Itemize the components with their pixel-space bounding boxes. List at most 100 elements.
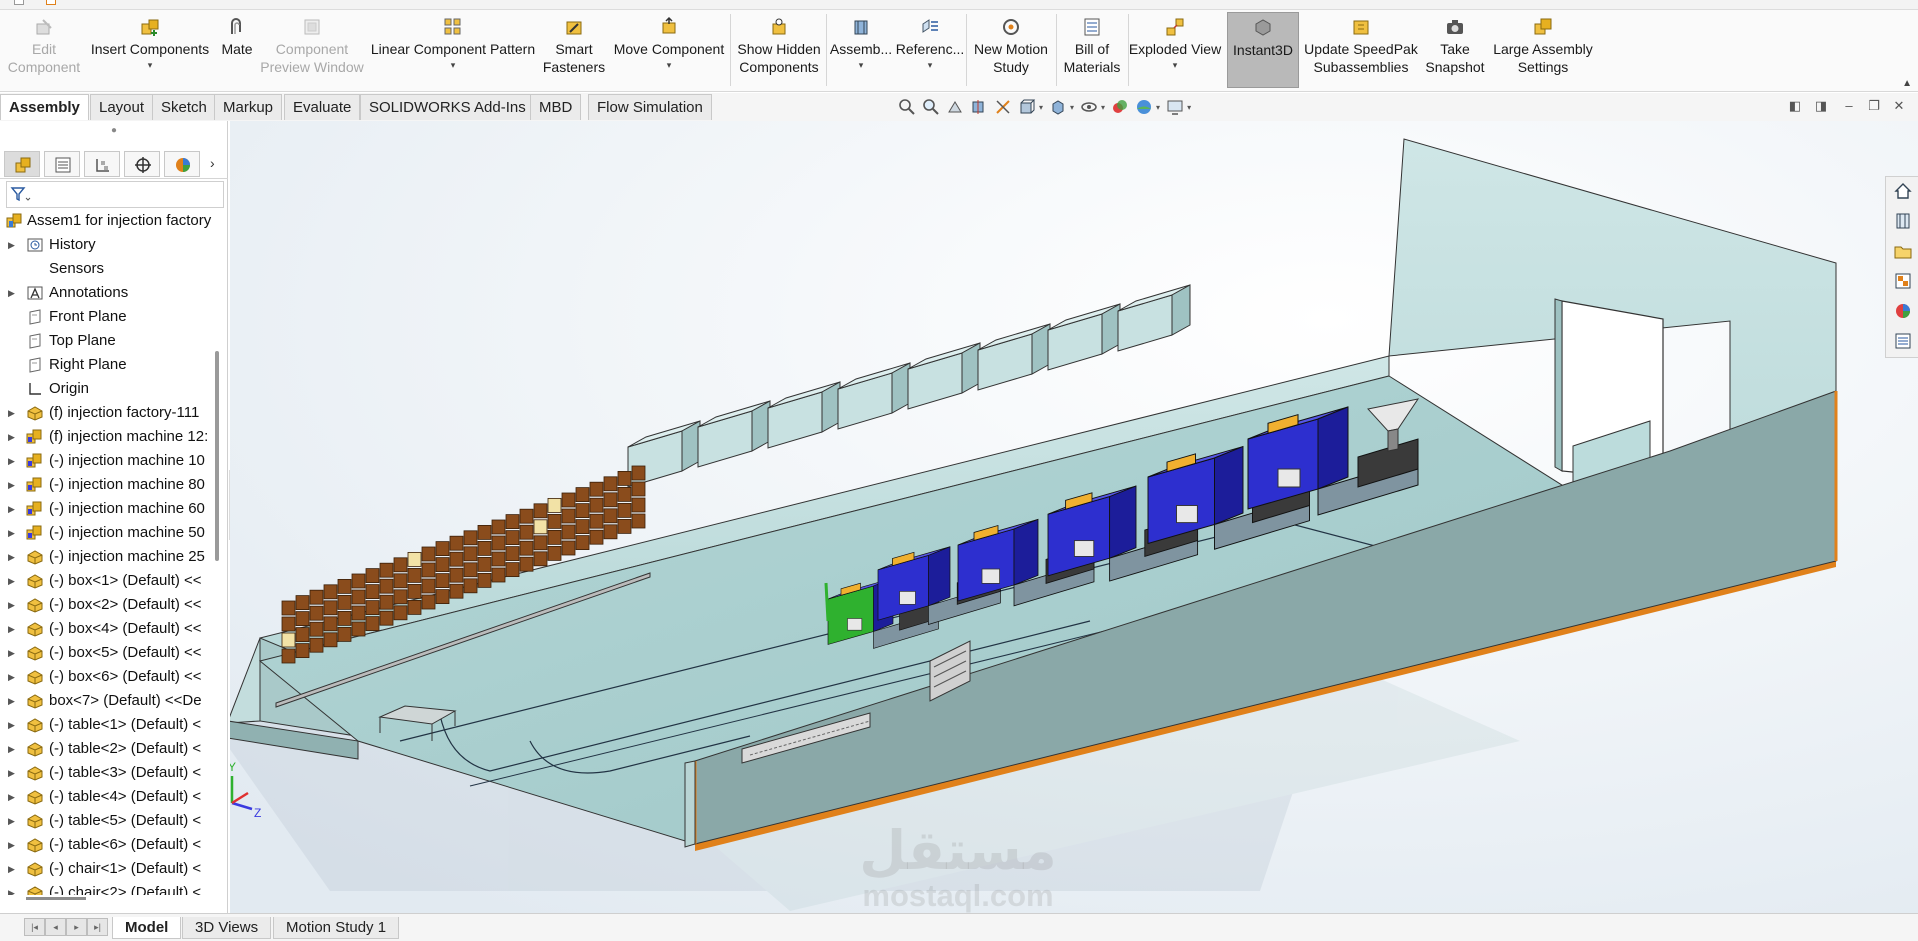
panel-grip[interactable]: ⦁	[0, 121, 228, 143]
tree-filter[interactable]	[6, 181, 224, 208]
expand-arrow-icon[interactable]: ▶	[8, 473, 15, 497]
large-assembly-settings-button[interactable]: Large Assembly Settings	[1490, 12, 1596, 88]
edit-appearance-icon[interactable]	[1111, 98, 1129, 116]
update-speedpak-button[interactable]: Update SpeedPak Subassemblies	[1302, 12, 1420, 88]
edit-component-button[interactable]: Edit Component	[4, 12, 84, 88]
insert-components-button[interactable]: Insert Components ▾	[88, 12, 212, 88]
expand-arrow-icon[interactable]: ▶	[8, 761, 15, 785]
tab-3d-views[interactable]: 3D Views	[182, 917, 272, 939]
tile-right-icon[interactable]: ◨	[1814, 99, 1828, 113]
expand-arrow-icon[interactable]: ▶	[8, 569, 15, 593]
move-component-button[interactable]: Move Component ▾	[610, 12, 728, 88]
zoom-to-fit-icon[interactable]	[898, 98, 916, 116]
expand-arrow-icon[interactable]: ▶	[8, 497, 15, 521]
chevron-down-icon[interactable]: ▾	[667, 60, 672, 70]
last-tab-icon[interactable]: ▸|	[87, 918, 108, 936]
tab-flow-simulation[interactable]: Flow Simulation	[588, 94, 712, 120]
instant3d-button[interactable]: Instant3D	[1227, 12, 1299, 88]
tree-item-14[interactable]: ▶ (-) box<1> (Default) <<	[0, 569, 214, 593]
tree-item-18[interactable]: ▶ (-) box<6> (Default) <<	[0, 665, 214, 689]
smart-fasteners-button[interactable]: Smart Fasteners	[540, 12, 608, 88]
tree-item-24[interactable]: ▶ (-) table<5> (Default) <	[0, 809, 214, 833]
restore-icon[interactable]: ❐	[1867, 99, 1881, 113]
chevron-down-icon[interactable]: ▾	[148, 60, 153, 70]
tree-item-25[interactable]: ▶ (-) table<6> (Default) <	[0, 833, 214, 857]
exploded-view-button[interactable]: Exploded View ▾	[1129, 12, 1221, 88]
expand-arrow-icon[interactable]: ▶	[8, 737, 15, 761]
tree-item-13[interactable]: ▶ (-) injection machine 25	[0, 545, 214, 569]
tree-item-22[interactable]: ▶ (-) table<3> (Default) <	[0, 761, 214, 785]
expand-arrow-icon[interactable]: ▶	[8, 809, 15, 833]
tree-item-16[interactable]: ▶ (-) box<4> (Default) <<	[0, 617, 214, 641]
chevron-down-icon[interactable]: ▾	[1173, 60, 1178, 70]
tile-left-icon[interactable]: ◧	[1788, 99, 1802, 113]
reference-geometry-button[interactable]: Referenc... ▾	[896, 12, 964, 88]
tab-configuration-manager[interactable]	[84, 151, 120, 177]
mate-button[interactable]: Mate	[214, 12, 260, 88]
view-settings-icon[interactable]	[1166, 98, 1184, 116]
display-style-icon[interactable]	[1049, 98, 1067, 116]
graphics-area[interactable]: Y Z مستقل mostaql.com	[230, 121, 1918, 913]
tree-item-7[interactable]: ▶ (f) injection factory-111	[0, 401, 214, 425]
show-hidden-components-button[interactable]: Show Hidden Components	[734, 12, 824, 88]
chevron-down-icon[interactable]: ▾	[451, 60, 456, 70]
expand-arrow-icon[interactable]: ▶	[8, 641, 15, 665]
tree-item-1[interactable]: Sensors	[0, 257, 214, 281]
tree-scrollbar[interactable]	[214, 227, 222, 897]
expand-arrow-icon[interactable]: ▶	[8, 665, 15, 689]
new-motion-study-button[interactable]: New Motion Study	[968, 12, 1054, 88]
view-palette-icon[interactable]	[1893, 271, 1913, 291]
quick-access-icon[interactable]	[14, 0, 24, 5]
chevron-up-icon[interactable]: ▲	[1902, 78, 1912, 89]
tree-item-0[interactable]: ▶ History	[0, 233, 214, 257]
expand-arrow-icon[interactable]: ▶	[8, 281, 15, 305]
tree-item-23[interactable]: ▶ (-) table<4> (Default) <	[0, 785, 214, 809]
linear-component-pattern-button[interactable]: Linear Component Pattern ▾	[368, 12, 538, 88]
custom-properties-icon[interactable]	[1893, 331, 1913, 351]
quick-access-options-icon[interactable]	[46, 0, 56, 5]
tree-item-3[interactable]: Front Plane	[0, 305, 214, 329]
expand-arrow-icon[interactable]: ▶	[8, 689, 15, 713]
chevron-down-icon[interactable]: ▾	[1039, 103, 1043, 112]
tree-item-9[interactable]: ▶ (-) injection machine 10	[0, 449, 214, 473]
tab-feature-manager[interactable]	[4, 151, 40, 177]
tree-item-10[interactable]: ▶ (-) injection machine 80	[0, 473, 214, 497]
section-view-icon[interactable]	[970, 98, 988, 116]
design-library-icon[interactable]	[1893, 211, 1913, 231]
tree-item-21[interactable]: ▶ (-) table<2> (Default) <	[0, 737, 214, 761]
expand-arrow-icon[interactable]: ▶	[8, 449, 15, 473]
expand-arrow-icon[interactable]: ▶	[8, 713, 15, 737]
tab-dimxpert-manager[interactable]	[124, 151, 160, 177]
expand-arrow-icon[interactable]: ▶	[8, 545, 15, 569]
next-tab-icon[interactable]: ▸	[66, 918, 87, 936]
tree-item-19[interactable]: ▶ box<7> (Default) <<De	[0, 689, 214, 713]
chevron-down-icon[interactable]: ▾	[1156, 103, 1160, 112]
tab-markup[interactable]: Markup	[214, 94, 283, 120]
assembly-features-button[interactable]: Assemb... ▾	[828, 12, 894, 88]
apply-scene-icon[interactable]	[1135, 98, 1153, 116]
expand-arrow-icon[interactable]: ▶	[8, 425, 15, 449]
tree-item-27[interactable]: ▶ (-) chair<2> (Default) <	[0, 881, 214, 895]
expand-arrow-icon[interactable]: ▶	[8, 233, 15, 257]
tab-evaluate[interactable]: Evaluate	[284, 94, 361, 120]
zoom-to-area-icon[interactable]	[922, 98, 940, 116]
expand-arrow-icon[interactable]: ▶	[8, 785, 15, 809]
chevron-down-icon[interactable]: ▾	[1070, 103, 1074, 112]
expand-arrow-icon[interactable]: ▶	[8, 833, 15, 857]
chevron-down-icon[interactable]: ▾	[928, 60, 933, 70]
tab-motion-study-1[interactable]: Motion Study 1	[273, 917, 400, 939]
tree-item-8[interactable]: ▶ (f) injection machine 12:	[0, 425, 214, 449]
hide-show-items-icon[interactable]	[1080, 98, 1098, 116]
tab-mbd[interactable]: MBD	[530, 94, 582, 120]
tree-item-15[interactable]: ▶ (-) box<2> (Default) <<	[0, 593, 214, 617]
tree-root[interactable]: Assem1 for injection factory	[0, 209, 214, 233]
view-orientation-icon[interactable]	[1018, 98, 1036, 116]
expand-arrow-icon[interactable]: ▶	[8, 521, 15, 545]
file-explorer-icon[interactable]	[1893, 241, 1913, 261]
tab-model[interactable]: Model	[112, 917, 182, 939]
previous-view-icon[interactable]	[946, 98, 964, 116]
dynamic-annotation-icon[interactable]	[994, 98, 1012, 116]
tree-horizontal-scrollbar[interactable]	[26, 897, 86, 900]
tree-item-17[interactable]: ▶ (-) box<5> (Default) <<	[0, 641, 214, 665]
minimize-icon[interactable]: –	[1842, 99, 1856, 113]
